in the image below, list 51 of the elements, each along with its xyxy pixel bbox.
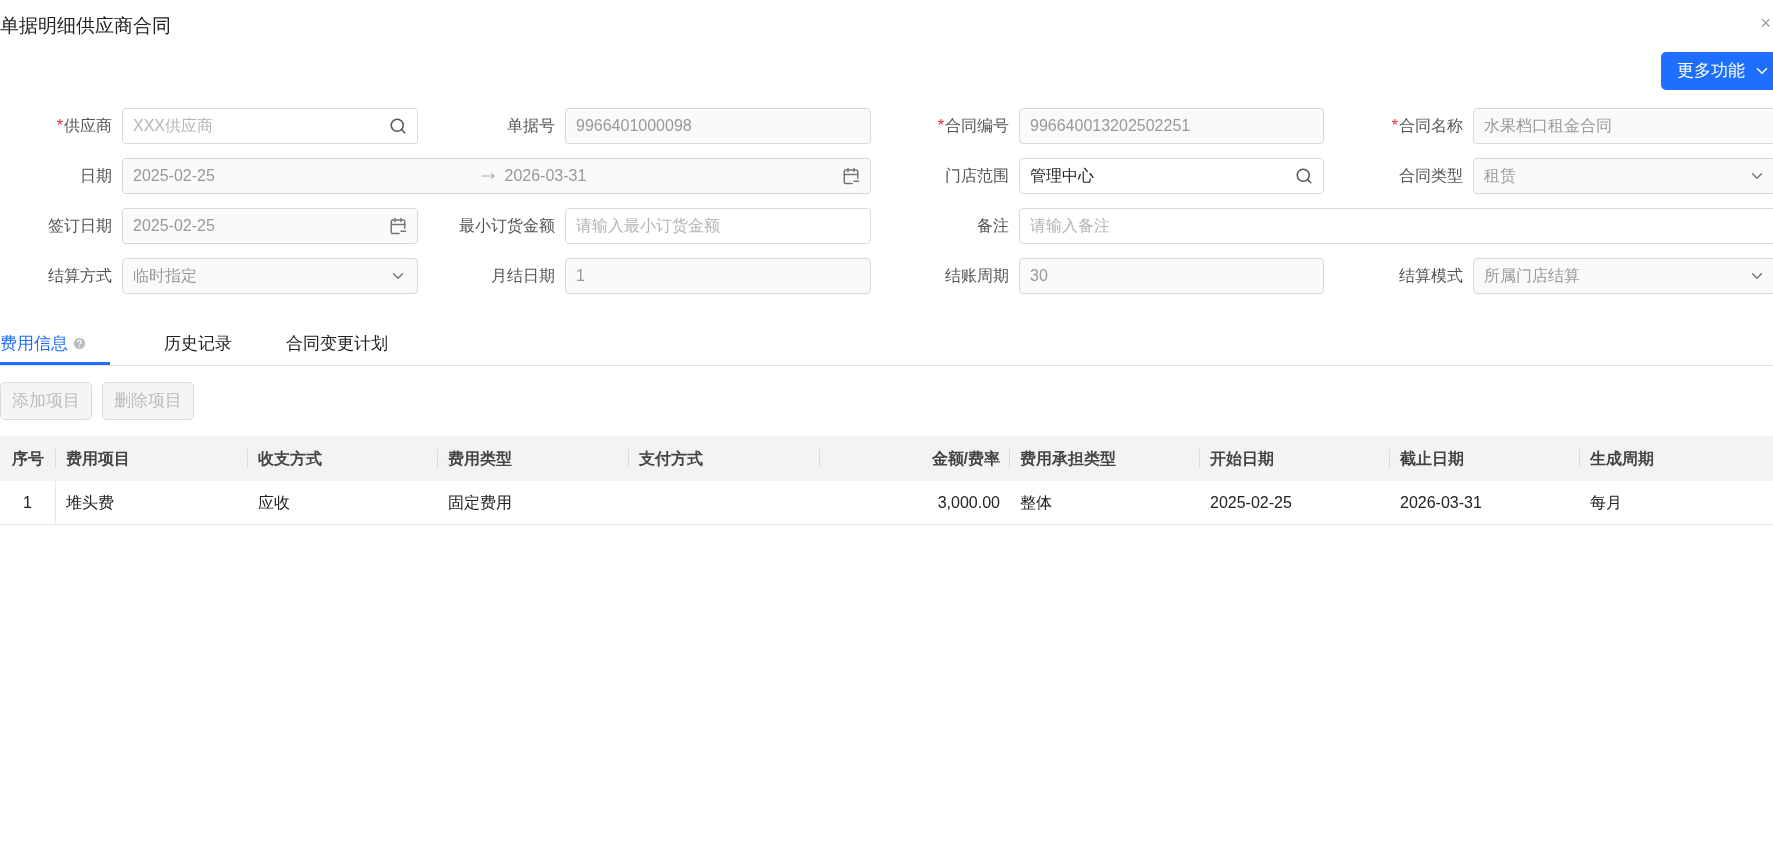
field-label: 合同名称 [1399,116,1463,136]
column-header: 截止日期 [1400,448,1464,469]
window-title: 单据明细供应商合同 [0,14,171,38]
field-label: 结账周期 [945,266,1009,286]
column-header: 金额/费率 [931,448,1000,469]
table-cell-text: 1 [23,492,32,513]
tab[interactable]: 历史记录 [164,325,232,365]
field-label: 日期 [80,166,112,186]
field-label: 单据号 [507,116,555,136]
field-label: 门店范围 [945,166,1009,186]
table-cell-text: 固定费用 [448,492,512,513]
table-cell-text: 整体 [1020,492,1052,513]
column-header: 费用项目 [66,448,130,469]
close-button[interactable]: × [1760,14,1771,32]
calendar-icon [842,167,860,185]
field-label: 供应商 [64,116,112,136]
column-header: 费用类型 [448,448,512,469]
required-asterisk: * [56,116,63,136]
field-label: 合同类型 [1399,166,1463,186]
column-header: 开始日期 [1210,448,1274,469]
tab[interactable]: 合同变更计划 [286,325,388,365]
table-cell-text: 每月 [1590,492,1622,513]
column-header: 收支方式 [258,448,322,469]
table-cell-text: 2025-02-25 [1210,492,1292,513]
field-label: 合同编号 [945,116,1009,136]
search-field[interactable]: 管理中心 [1019,158,1324,194]
column-header: 序号 [12,448,44,469]
column-header: 费用承担类型 [1020,448,1116,469]
column-header: 支付方式 [639,448,703,469]
table-cell-text: 应收 [258,492,290,513]
table-cell-text: 3,000.00 [937,492,1000,513]
input-field[interactable]: 请输入备注 [1019,208,1773,244]
calendar-icon [389,217,407,235]
required-asterisk: * [1391,116,1398,136]
field-label: 结算模式 [1399,266,1463,286]
field-label: 月结日期 [491,266,555,286]
field-label: 备注 [977,216,1009,236]
search-field[interactable]: XXX供应商 [122,108,418,144]
search-icon [389,117,407,135]
field-label: 结算方式 [48,266,112,286]
table-cell-text: 堆头费 [66,492,114,513]
input-field[interactable]: 请输入最小订货金额 [565,208,871,244]
field-label: 最小订货金额 [459,216,555,236]
tab[interactable]: 费用信息 [0,325,110,365]
search-icon [1295,167,1313,185]
required-asterisk: * [937,116,944,136]
column-header: 生成周期 [1590,448,1654,469]
table-cell-text: 2026-03-31 [1400,492,1482,513]
more-functions-button[interactable]: 更多功能 [1661,52,1773,90]
help-icon [72,336,87,351]
field-label: 签订日期 [48,216,112,236]
